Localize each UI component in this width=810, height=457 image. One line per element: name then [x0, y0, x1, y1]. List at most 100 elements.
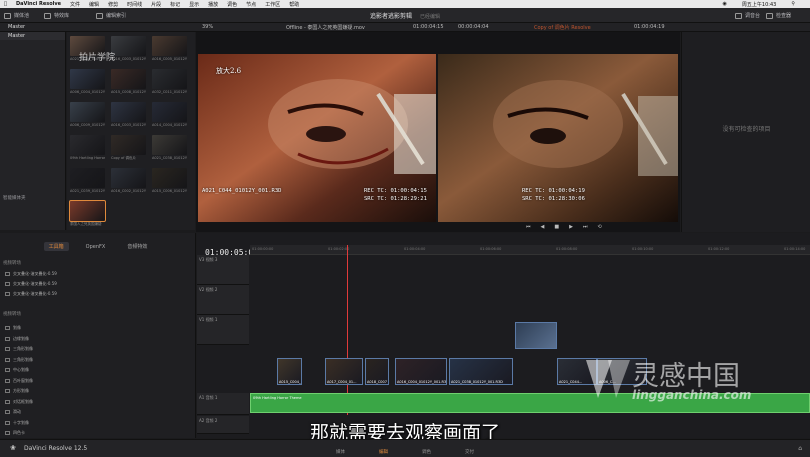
- clip-preview-image: [70, 135, 105, 155]
- clip-preview-image: [70, 168, 105, 188]
- transition-item[interactable]: 三角形划像: [5, 346, 33, 352]
- track-name: 视频 2: [205, 287, 218, 292]
- mixer-button[interactable]: 调音台: [735, 11, 760, 20]
- home-icon[interactable]: ⌂: [798, 445, 802, 452]
- effects-tabs: 工具箱 OpenFX 音频特效: [0, 241, 196, 252]
- media-clip-thumbnail[interactable]: 泰国人之死英国嫌疑: [69, 200, 106, 230]
- transition-icon: [5, 378, 10, 383]
- menu-nodes[interactable]: 节点: [246, 1, 256, 8]
- menu-help[interactable]: 帮助: [289, 1, 299, 8]
- timeline-clip[interactable]: A015_C004_01...: [277, 358, 302, 385]
- jump-start-icon[interactable]: ⏮: [526, 224, 531, 230]
- clip-name: A015_C008_01012Y: [111, 90, 146, 94]
- media-clip-thumbnail[interactable]: Copy of 调色片: [111, 135, 146, 164]
- menu-app[interactable]: DaVinci Resolve: [16, 1, 61, 7]
- media-clip-thumbnail[interactable]: A016_C003_01012Y: [111, 36, 146, 65]
- clip-label: A021_C038_01012Y_001.R3D: [451, 380, 503, 384]
- inspector-button[interactable]: 检查器: [766, 11, 791, 20]
- transition-item[interactable]: 滑动: [5, 409, 21, 415]
- effects-group-header[interactable]: 视频转场: [3, 260, 21, 266]
- tab-audio-fx[interactable]: 音频特效: [122, 242, 152, 251]
- track-header[interactable]: V3 视频 3: [197, 255, 249, 285]
- track-header[interactable]: A1 音频 1: [197, 393, 249, 415]
- menu-trim[interactable]: 修剪: [108, 1, 118, 8]
- inspector-empty-text: 没有可检查的项目: [722, 126, 771, 133]
- menu-mark[interactable]: 标记: [170, 1, 180, 8]
- tab-toolbox[interactable]: 工具箱: [43, 242, 69, 251]
- transition-item[interactable]: 交叉叠化-溶叉叠化-0.59: [5, 281, 57, 287]
- menu-edit[interactable]: 编辑: [89, 1, 99, 8]
- track-id: V3: [199, 257, 205, 262]
- clip-name: A016_C005_01012Y: [152, 57, 187, 61]
- transition-label: 滑动: [13, 409, 21, 414]
- mixer-icon: [735, 12, 742, 19]
- clip-name: A016_C003_01012Y: [111, 57, 146, 61]
- jump-end-icon[interactable]: ⏭: [583, 224, 588, 230]
- media-clip-thumbnail[interactable]: A016_C005_01012Y: [152, 36, 187, 65]
- page-edit[interactable]: 编辑: [379, 449, 388, 455]
- menu-clip[interactable]: 片段: [151, 1, 161, 8]
- media-clip-thumbnail[interactable]: A032_C011_01012Y: [152, 69, 187, 98]
- timeline-ruler[interactable]: 01:00:00:00 01:00:02:00 01:00:04:00 01:00:0…: [250, 245, 810, 255]
- media-clip-thumbnail[interactable]: A016_C002_01012Y: [111, 168, 146, 197]
- transition-item[interactable]: 中心划像: [5, 367, 29, 373]
- page-color[interactable]: 调色: [422, 449, 431, 455]
- media-clip-thumbnail[interactable]: A006_C009_01012Y: [70, 102, 105, 131]
- media-clip-thumbnail[interactable]: A021_C038_01012Y: [152, 135, 187, 164]
- media-clip-thumbnail[interactable]: A015_C006_01012Y: [152, 168, 187, 197]
- media-clip-thumbnail[interactable]: 09th Hartling Horror: [70, 135, 105, 164]
- menu-file[interactable]: 文件: [70, 1, 80, 8]
- menu-timeline[interactable]: 时间线: [127, 1, 142, 8]
- apple-icon[interactable]: : [4, 1, 7, 7]
- play-icon[interactable]: ▶: [569, 224, 573, 230]
- source-zoom[interactable]: 39%: [202, 24, 213, 30]
- menu-workspace[interactable]: 工作区: [265, 1, 280, 8]
- transition-item[interactable]: 交叉叠化-溶叉叠化-0.59: [5, 291, 57, 297]
- smart-bins-label[interactable]: 智能媒体夹: [3, 195, 26, 201]
- menu-view[interactable]: 显示: [189, 1, 199, 8]
- media-clip-thumbnail[interactable]: A014_C004_01012Y: [152, 102, 187, 131]
- timeline-clip[interactable]: A017_C004_01...: [325, 358, 363, 385]
- timeline-clip[interactable]: A018_C007: [365, 358, 389, 385]
- master-bin-label[interactable]: Master: [8, 24, 25, 30]
- pool-watermark: 拍片学院: [79, 53, 116, 63]
- stop-icon[interactable]: ■: [554, 224, 559, 230]
- media-clip-thumbnail[interactable]: A006_C004_01012Y: [70, 69, 105, 98]
- timeline-clip[interactable]: A016_C004_01012Y_001.R3D: [395, 358, 447, 385]
- source-clip-name[interactable]: Offline - 泰国人之死英国嫌疑.mov: [286, 24, 365, 31]
- media-clip-thumbnail[interactable]: A015_C008_01012Y: [111, 69, 146, 98]
- search-icon[interactable]: ⚲: [791, 1, 795, 7]
- source-viewer[interactable]: 放大2.6 A021_C044_01012Y_001.R3D REC TC: 0…: [198, 54, 436, 222]
- track-header[interactable]: V1 视频 1: [197, 315, 249, 345]
- timeline-name[interactable]: Copy of 调色片 Resolve: [534, 24, 591, 31]
- menu-color[interactable]: 调色: [227, 1, 237, 8]
- reverse-icon[interactable]: ◀: [541, 224, 545, 230]
- loop-icon[interactable]: ⟲: [597, 224, 601, 230]
- timeline-clip[interactable]: A021_C038_01012Y_001.R3D: [449, 358, 513, 385]
- clip-name: A021_C038_01012Y: [152, 156, 187, 160]
- record-viewer[interactable]: REC TC: 01:00:04:19 SRC TC: 01:28:30:06: [438, 54, 678, 222]
- transition-item[interactable]: 三角形划像: [5, 357, 33, 363]
- transition-item[interactable]: 划像: [5, 325, 21, 331]
- media-clip-thumbnail[interactable]: A016_C003_01012Y: [111, 102, 146, 131]
- playhead[interactable]: [347, 245, 348, 415]
- page-media[interactable]: 媒体: [336, 449, 345, 455]
- transition-item[interactable]: 边缘划像: [5, 336, 29, 342]
- effects-group-header[interactable]: 视频转场: [3, 311, 21, 317]
- transition-item[interactable]: 方形划像: [5, 388, 29, 394]
- transition-item[interactable]: 百叶窗划像: [5, 378, 33, 384]
- bin-master[interactable]: Master: [0, 32, 65, 40]
- ruler-tick-label: 01:00:12:00: [708, 247, 730, 251]
- track-label: A1 音频 1: [199, 395, 217, 401]
- media-clip-thumbnail[interactable]: A021_C039_01012Y: [70, 168, 105, 197]
- tab-openfx[interactable]: OpenFX: [81, 243, 111, 251]
- viewer-header-bar: Master 39% Offline - 泰国人之死英国嫌疑.mov 01:00…: [0, 23, 810, 32]
- watermark-url: lingganchina.com: [632, 388, 752, 402]
- transition-item[interactable]: 对话框划像: [5, 399, 33, 405]
- track-header[interactable]: V2 视频 2: [197, 285, 249, 315]
- transition-item[interactable]: 交叉叠化-溶叉叠化-0.59: [5, 271, 57, 277]
- page-deliver[interactable]: 交付: [465, 449, 474, 455]
- menu-playback[interactable]: 播放: [208, 1, 218, 8]
- timeline-clip-v2[interactable]: [515, 322, 557, 349]
- wifi-icon[interactable]: ◉: [723, 1, 727, 7]
